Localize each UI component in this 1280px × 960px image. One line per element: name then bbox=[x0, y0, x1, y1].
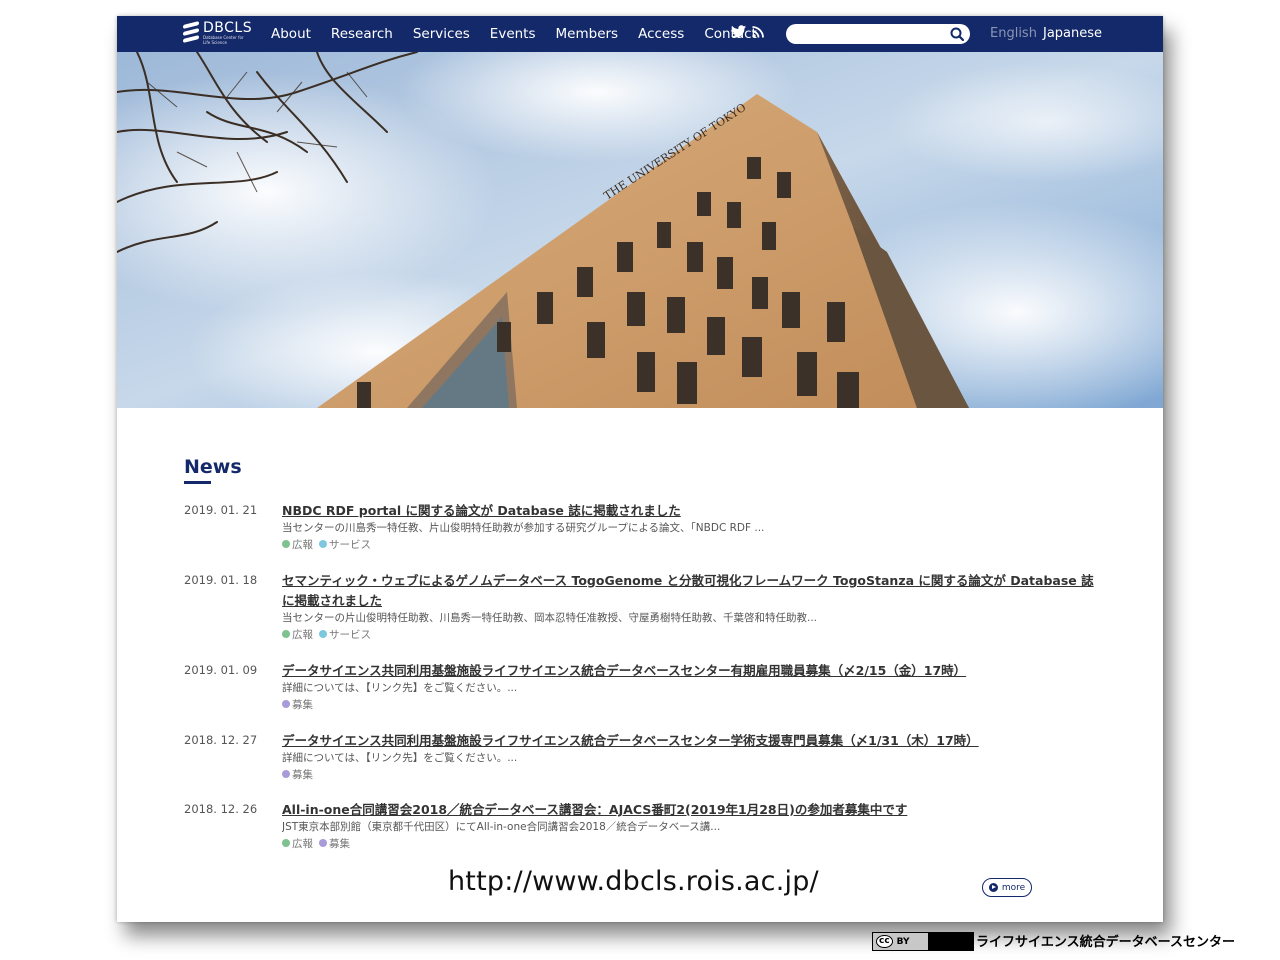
news-heading: News bbox=[184, 456, 242, 484]
logo-name: DBCLS bbox=[203, 20, 253, 37]
news-title-link[interactable]: データサイエンス共同利用基盤施設ライフサイエンス統合データベースセンター学術支援… bbox=[282, 731, 1094, 751]
hero-building-photo: THE UNIVERSITY OF TOKYO bbox=[117, 52, 1163, 408]
news-summary: 詳細については、【リンク先】をご覧ください。... bbox=[282, 682, 518, 694]
website-screenshot-frame: DBCLS Database Center for Life Science A… bbox=[117, 16, 1163, 922]
tag-koho[interactable]: 広報 bbox=[282, 627, 313, 642]
nav-members[interactable]: Members bbox=[556, 26, 619, 42]
rss-icon[interactable] bbox=[752, 25, 764, 38]
tag-service[interactable]: サービス bbox=[319, 537, 371, 552]
tag-boshu[interactable]: 募集 bbox=[282, 697, 313, 712]
news-date: 2018. 12. 26 bbox=[184, 802, 258, 816]
tag-boshu[interactable]: 募集 bbox=[319, 836, 350, 851]
news-underline bbox=[184, 481, 211, 484]
nav-research[interactable]: Research bbox=[331, 26, 393, 42]
news-summary: 詳細については、【リンク先】をご覧ください。... bbox=[282, 752, 518, 764]
nav-about[interactable]: About bbox=[271, 26, 311, 42]
search-icon[interactable] bbox=[950, 27, 964, 41]
footer-organization-name: ライフサイエンス統合データベースセンター bbox=[976, 935, 1235, 950]
social-links bbox=[731, 25, 770, 38]
main-menu: About Research Services Events Members A… bbox=[271, 16, 777, 52]
language-english[interactable]: English bbox=[990, 26, 1037, 41]
news-date: 2019. 01. 18 bbox=[184, 573, 258, 587]
dbcls-logo-icon bbox=[183, 21, 199, 45]
news-title-link[interactable]: NBDC RDF portal に関する論文が Database 誌に掲載されま… bbox=[282, 501, 1094, 521]
news-title-link[interactable]: All-in-one合同講習会2018／統合データベース講習会：AJACS番町2… bbox=[282, 800, 1094, 820]
arrow-circle-icon bbox=[988, 883, 998, 892]
more-label: more bbox=[1001, 882, 1026, 893]
cc-icon: cc bbox=[876, 935, 893, 948]
news-summary: JST東京本部別館（東京都千代田区）にてAll-in-one合同講習会2018／… bbox=[282, 821, 721, 833]
twitter-icon[interactable] bbox=[731, 25, 746, 38]
top-navigation-bar: DBCLS Database Center for Life Science A… bbox=[117, 16, 1163, 52]
news-date: 2018. 12. 27 bbox=[184, 733, 258, 747]
search-input[interactable] bbox=[786, 24, 970, 44]
tag-boshu[interactable]: 募集 bbox=[282, 767, 313, 782]
logo-subtitle: Database Center for Life Science bbox=[203, 35, 244, 45]
news-summary: 当センターの片山俊明特任助教、川島秀一特任助教、岡本忍特任准教授、守屋勇樹特任助… bbox=[282, 612, 818, 624]
news-summary: 当センターの川島秀一特任教、片山俊明特任助教が参加する研究グループによる論文、「… bbox=[282, 522, 765, 534]
news-date: 2019. 01. 21 bbox=[184, 503, 258, 517]
dbcls-logo[interactable]: DBCLS Database Center for Life Science bbox=[183, 21, 252, 45]
tag-service[interactable]: サービス bbox=[319, 627, 371, 642]
cc-by-label: BY bbox=[896, 936, 910, 947]
tag-koho[interactable]: 広報 bbox=[282, 836, 313, 851]
nav-access[interactable]: Access bbox=[638, 26, 684, 42]
news-date: 2019. 01. 09 bbox=[184, 663, 258, 677]
website-url-caption: http://www.dbcls.rois.ac.jp/ bbox=[448, 866, 819, 897]
more-button[interactable]: more bbox=[982, 878, 1032, 897]
news-title: News bbox=[184, 456, 242, 478]
language-japanese[interactable]: Japanese bbox=[1043, 26, 1102, 41]
news-title-link[interactable]: データサイエンス共同利用基盤施設ライフサイエンス統合データベースセンター有期雇用… bbox=[282, 661, 1094, 681]
nav-services[interactable]: Services bbox=[413, 26, 470, 42]
tag-koho[interactable]: 広報 bbox=[282, 537, 313, 552]
nav-events[interactable]: Events bbox=[490, 26, 536, 42]
news-title-link[interactable]: セマンティック・ウェブによるゲノムデータベース TogoGenome と分散可視… bbox=[282, 571, 1094, 611]
creative-commons-badge: cc BY bbox=[872, 932, 974, 951]
